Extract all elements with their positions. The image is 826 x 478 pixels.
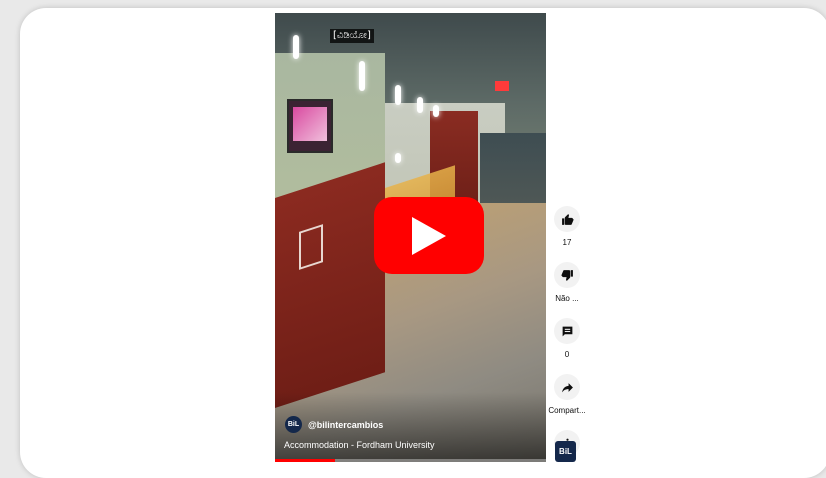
video-player[interactable]: [ವಿಡಿಯೋ] BiL @bilintercambios Accommodat… [275, 13, 546, 462]
share-button[interactable] [554, 374, 580, 400]
shorts-action-bar: 17 Não ... 0 Compart... [548, 206, 586, 456]
comment-count: 0 [564, 350, 570, 359]
play-icon [412, 216, 446, 255]
dislike-label: Não ... [555, 294, 579, 303]
channel-avatar-bottom[interactable]: BiL [555, 441, 576, 462]
share-label: Compart... [548, 406, 586, 415]
video-title[interactable]: Accommodation - Fordham University [284, 440, 435, 450]
like-count: 17 [562, 238, 572, 247]
thumbs-down-icon [561, 269, 573, 281]
dislike-button[interactable] [554, 262, 580, 288]
play-button[interactable] [374, 197, 484, 274]
video-caption-label: [ವಿಡಿಯೋ] [330, 29, 374, 43]
channel-avatar: BiL [285, 416, 302, 433]
thumbs-up-icon [561, 213, 573, 225]
video-progress-bar[interactable] [275, 459, 546, 462]
comment-icon [562, 326, 572, 336]
share-icon [561, 382, 573, 392]
comments-button[interactable] [554, 318, 580, 344]
channel-handle: @bilintercambios [308, 419, 384, 430]
video-progress-fill [275, 459, 335, 462]
channel-link[interactable]: BiL @bilintercambios [285, 416, 383, 433]
like-button[interactable] [554, 206, 580, 232]
